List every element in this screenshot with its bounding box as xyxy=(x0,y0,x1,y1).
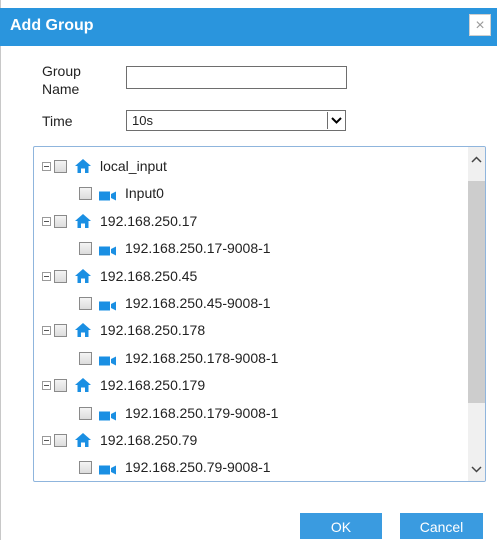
home-icon xyxy=(74,432,92,448)
device-tree-list: local_input Input0 192.168.250.17 192.168.2… xyxy=(34,147,468,481)
tree-collapse-icon[interactable] xyxy=(42,216,51,226)
group-name-label-line2: Name xyxy=(42,81,80,97)
tree-node-checkbox[interactable] xyxy=(54,214,67,228)
dialog-title: Add Group xyxy=(10,17,94,34)
tree-node-checkbox[interactable] xyxy=(54,433,67,447)
camera-icon xyxy=(99,298,117,311)
home-icon xyxy=(74,322,92,338)
device-tree: local_input Input0 192.168.250.17 192.168.2… xyxy=(33,146,486,482)
time-select-value: 10s xyxy=(132,113,153,128)
time-select[interactable]: 10s xyxy=(126,110,346,131)
tree-node-label: Input0 xyxy=(125,185,164,201)
camera-icon xyxy=(99,408,117,421)
tree-node-host[interactable]: 192.168.250.178 xyxy=(42,319,205,341)
tree-collapse-icon[interactable] xyxy=(42,325,51,335)
tree-node-checkbox[interactable] xyxy=(54,269,67,283)
tree-node-host[interactable]: 192.168.250.179 xyxy=(42,374,205,396)
close-button[interactable]: × xyxy=(469,14,491,36)
time-label: Time xyxy=(42,113,73,129)
tree-node-host[interactable]: local_input xyxy=(42,155,167,177)
tree-collapse-icon[interactable] xyxy=(42,161,51,171)
scrollbar-thumb[interactable] xyxy=(468,181,485,403)
tree-node-checkbox[interactable] xyxy=(54,323,67,337)
ok-button[interactable]: OK xyxy=(300,513,382,539)
tree-node-camera[interactable]: 192.168.250.45-9008-1 xyxy=(79,292,271,314)
home-icon xyxy=(74,377,92,393)
tree-node-camera[interactable]: Input0 xyxy=(79,182,164,204)
tree-node-host[interactable]: 192.168.250.45 xyxy=(42,265,197,287)
camera-icon xyxy=(99,353,117,366)
tree-node-camera[interactable]: 192.168.250.17-9008-1 xyxy=(79,237,271,259)
tree-node-label: 192.168.250.179-9008-1 xyxy=(125,405,279,421)
tree-node-checkbox[interactable] xyxy=(54,378,67,392)
tree-node-label: 192.168.250.45 xyxy=(100,268,198,284)
home-icon xyxy=(74,158,92,174)
tree-node-checkbox[interactable] xyxy=(54,159,67,173)
camera-icon xyxy=(99,243,117,256)
tree-node-label: 192.168.250.178-9008-1 xyxy=(125,350,279,366)
tree-collapse-icon[interactable] xyxy=(42,380,51,390)
tree-node-checkbox[interactable] xyxy=(79,460,92,474)
tree-node-label: 192.168.250.79-9008-1 xyxy=(125,459,271,475)
tree-collapse-icon[interactable] xyxy=(42,435,51,445)
dialog-left-border xyxy=(0,0,1,540)
group-name-label-line1: Group xyxy=(42,63,81,79)
tree-node-label: 192.168.250.79 xyxy=(100,432,198,448)
tree-node-camera[interactable]: 192.168.250.79-9008-1 xyxy=(79,456,271,478)
tree-node-label: 192.168.250.178 xyxy=(100,322,206,338)
tree-node-host[interactable]: 192.168.250.79 xyxy=(42,429,197,451)
tree-node-label: 192.168.250.17 xyxy=(100,213,198,229)
tree-node-label: local_input xyxy=(100,158,167,174)
home-icon xyxy=(74,268,92,284)
home-icon xyxy=(74,213,92,229)
cancel-button[interactable]: Cancel xyxy=(400,513,483,539)
close-icon: × xyxy=(475,17,485,34)
camera-icon xyxy=(99,188,117,201)
tree-node-host[interactable]: 192.168.250.17 xyxy=(42,210,197,232)
tree-node-label: 192.168.250.179 xyxy=(100,377,206,393)
tree-node-camera[interactable]: 192.168.250.179-9008-1 xyxy=(79,402,278,424)
tree-node-camera[interactable]: 192.168.250.178-9008-1 xyxy=(79,347,278,369)
tree-node-checkbox[interactable] xyxy=(79,186,92,200)
tree-scrollbar[interactable] xyxy=(468,147,485,481)
group-name-label: Group Name xyxy=(42,62,81,98)
tree-node-label: 192.168.250.45-9008-1 xyxy=(125,295,271,311)
tree-node-checkbox[interactable] xyxy=(79,351,92,365)
group-name-input[interactable] xyxy=(126,66,347,89)
tree-collapse-icon[interactable] xyxy=(42,271,51,281)
tree-node-checkbox[interactable] xyxy=(79,241,92,255)
tree-node-label: 192.168.250.17-9008-1 xyxy=(125,240,271,256)
chevron-down-icon[interactable] xyxy=(327,112,344,129)
add-group-dialog: Add Group × Group Name Time 10s local_in… xyxy=(0,0,497,540)
dialog-title-bar: Add Group × xyxy=(0,8,497,46)
chevron-down-icon[interactable] xyxy=(468,457,485,481)
tree-node-checkbox[interactable] xyxy=(79,296,92,310)
tree-node-checkbox[interactable] xyxy=(79,406,92,420)
chevron-up-icon[interactable] xyxy=(468,147,485,171)
camera-icon xyxy=(99,462,117,475)
